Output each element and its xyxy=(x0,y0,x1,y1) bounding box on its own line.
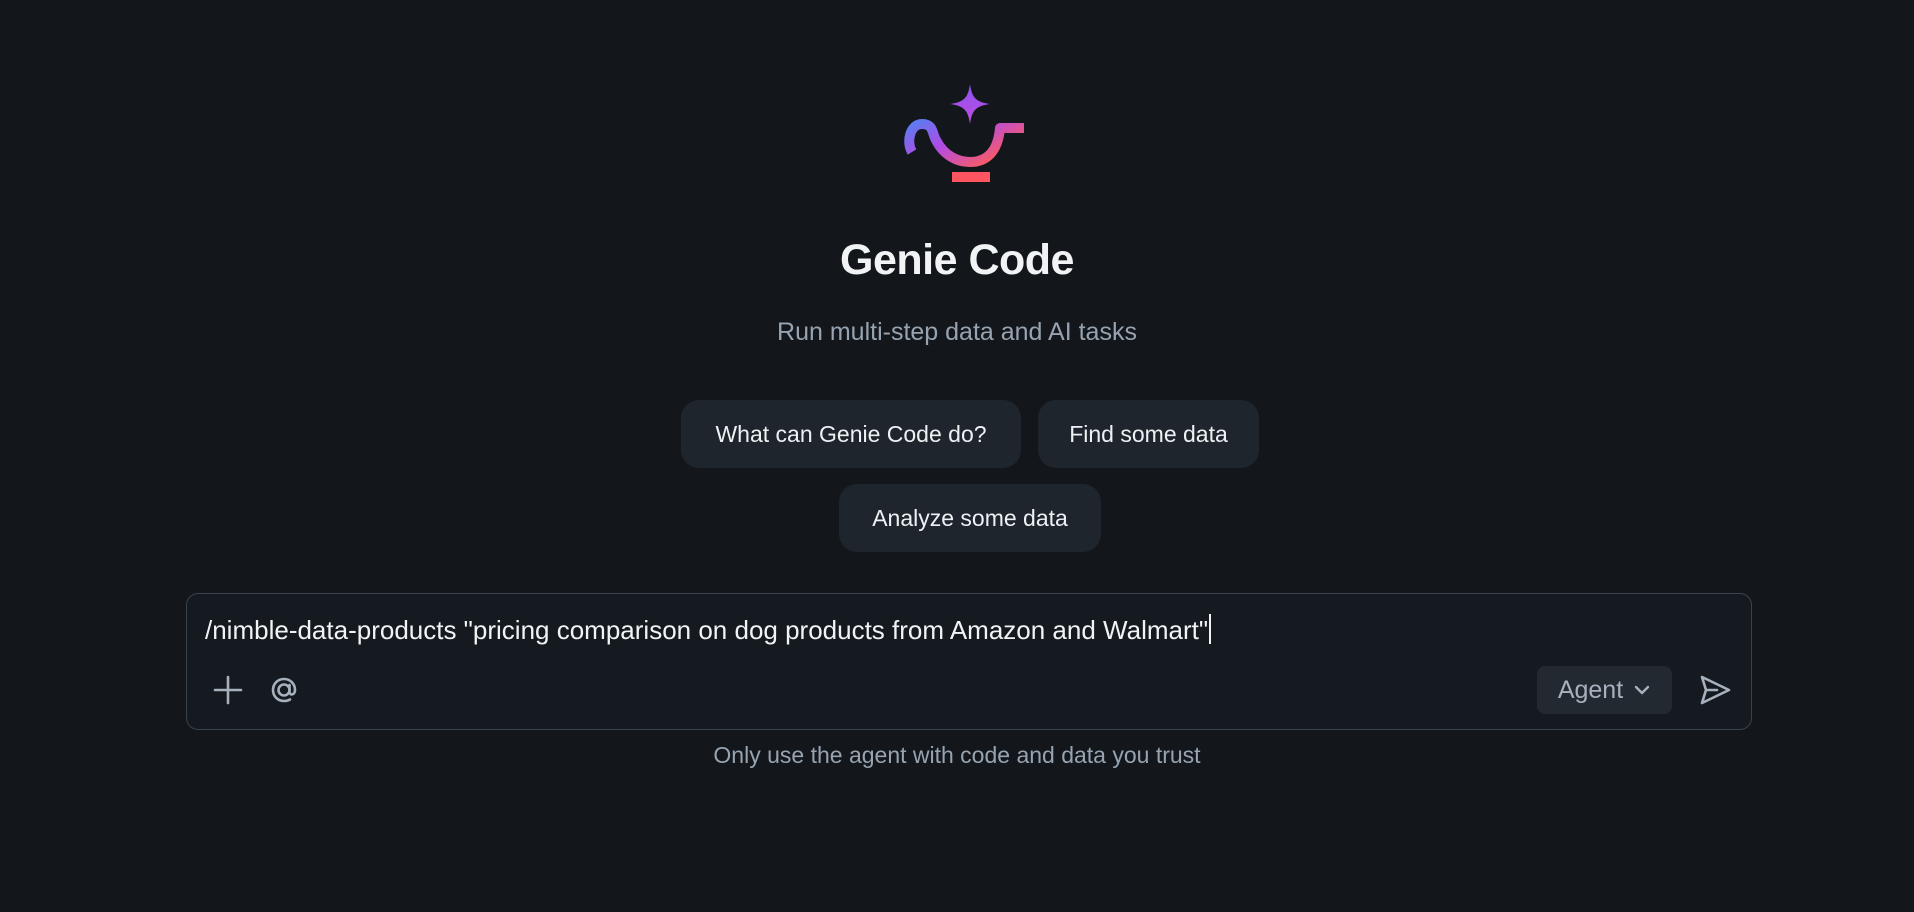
genie-lamp-icon xyxy=(904,84,1024,182)
plus-icon xyxy=(213,675,243,705)
send-icon xyxy=(1700,675,1731,705)
mode-select-value: Agent xyxy=(1557,675,1624,704)
mention-button[interactable] xyxy=(264,670,304,710)
page-subtitle: Run multi-step data and AI tasks xyxy=(777,318,1137,346)
prompt-composer: /nimble-data-products "pricing compariso… xyxy=(186,593,1752,730)
add-attachment-button[interactable] xyxy=(208,670,248,710)
chevron-down-icon xyxy=(1634,685,1650,695)
prompt-input[interactable]: /nimble-data-products "pricing compariso… xyxy=(205,614,1212,646)
page-title: Genie Code xyxy=(840,236,1074,284)
suggestion-find-some-data[interactable]: Find some data xyxy=(1038,400,1259,468)
mode-select[interactable]: Agent xyxy=(1537,666,1672,714)
suggestion-what-can-genie-code-do[interactable]: What can Genie Code do? xyxy=(681,400,1021,468)
prompt-input-value: /nimble-data-products "pricing compariso… xyxy=(205,615,1209,645)
genie-code-page: Genie Code Run multi-step data and AI ta… xyxy=(0,0,1914,912)
send-button[interactable] xyxy=(1695,670,1735,710)
suggestion-analyze-some-data[interactable]: Analyze some data xyxy=(839,484,1101,552)
trust-disclaimer: Only use the agent with code and data yo… xyxy=(713,742,1201,768)
at-sign-icon xyxy=(271,677,297,703)
text-caret xyxy=(1209,614,1212,644)
